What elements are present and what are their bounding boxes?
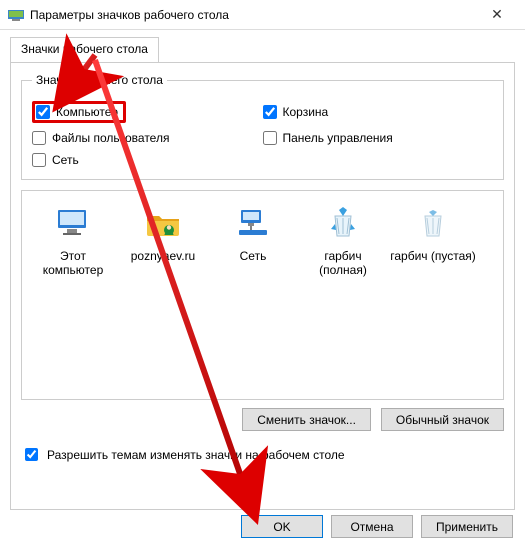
tabstrip: Значки рабочего стола xyxy=(0,30,525,62)
allow-themes-label: Разрешить темам изменять значки на рабоч… xyxy=(47,448,345,462)
apply-button[interactable]: Применить xyxy=(421,515,513,538)
checkbox-network-label: Сеть xyxy=(52,153,79,167)
button-label: Отмена xyxy=(350,520,393,534)
checkbox-recyclebin-row: Корзина xyxy=(263,97,494,127)
checkbox-recyclebin-label: Корзина xyxy=(283,105,329,119)
list-item-label: Сеть xyxy=(210,249,296,263)
group-desktop-icons: Значки рабочего стола Компьютер Корзина … xyxy=(21,73,504,180)
checkbox-controlpanel-label: Панель управления xyxy=(283,131,393,145)
default-icon-button[interactable]: Обычный значок xyxy=(381,408,504,431)
titlebar: Параметры значков рабочего стола ✕ xyxy=(0,0,525,30)
button-label: Применить xyxy=(436,520,498,534)
app-icon xyxy=(8,7,24,23)
list-item-label: poznyaev.ru xyxy=(120,249,206,263)
tab-label: Значки рабочего стола xyxy=(21,42,148,56)
checkbox-computer-label: Компьютер xyxy=(56,105,118,119)
list-item-label: Этот компьютер xyxy=(30,249,116,278)
list-item[interactable]: гарбич (полная) xyxy=(298,199,388,391)
tab-panel: Значки рабочего стола Компьютер Корзина … xyxy=(10,62,515,510)
list-item[interactable]: Этот компьютер xyxy=(28,199,118,391)
window-title: Параметры значков рабочего стола xyxy=(30,8,477,22)
checkbox-userfiles[interactable] xyxy=(32,131,46,145)
tab-desktop-icons[interactable]: Значки рабочего стола xyxy=(10,37,159,63)
list-item-label: гарбич (полная) xyxy=(300,249,386,278)
list-item-label: гарбич (пустая) xyxy=(390,249,476,263)
ok-button[interactable]: OK xyxy=(241,515,323,538)
this-pc-icon xyxy=(30,203,116,245)
checkbox-recyclebin[interactable] xyxy=(263,105,277,119)
allow-themes-checkbox[interactable] xyxy=(25,448,38,461)
close-icon: ✕ xyxy=(491,6,503,23)
checkbox-computer-row: Компьютер xyxy=(32,97,263,127)
button-label: Обычный значок xyxy=(396,413,489,427)
cancel-button[interactable]: Отмена xyxy=(331,515,413,538)
user-folder-icon xyxy=(120,203,206,245)
allow-themes-row: Разрешить темам изменять значки на рабоч… xyxy=(21,445,504,464)
list-item[interactable]: гарбич (пустая) xyxy=(388,199,478,391)
checkbox-controlpanel-row: Панель управления xyxy=(263,127,494,149)
recyclebin-full-icon xyxy=(300,203,386,245)
icon-preview-list[interactable]: Этот компьютер poznyaev.ru xyxy=(21,190,504,400)
change-icon-button[interactable]: Сменить значок... xyxy=(242,408,371,431)
highlight-computer: Компьютер xyxy=(32,101,126,123)
close-button[interactable]: ✕ xyxy=(477,1,517,29)
checkbox-userfiles-row: Файлы пользователя xyxy=(32,127,263,149)
checkbox-computer[interactable] xyxy=(36,105,50,119)
icon-buttons-row: Сменить значок... Обычный значок xyxy=(21,408,504,431)
list-item[interactable]: Сеть xyxy=(208,199,298,391)
checkbox-userfiles-label: Файлы пользователя xyxy=(52,131,169,145)
group-legend: Значки рабочего стола xyxy=(32,73,167,87)
checkbox-controlpanel[interactable] xyxy=(263,131,277,145)
list-item[interactable]: poznyaev.ru xyxy=(118,199,208,391)
recyclebin-empty-icon xyxy=(390,203,476,245)
network-icon xyxy=(210,203,296,245)
checkbox-network[interactable] xyxy=(32,153,46,167)
button-label: OK xyxy=(273,520,290,534)
checkbox-network-row: Сеть xyxy=(32,149,263,171)
dialog-buttons: OK Отмена Применить xyxy=(241,515,513,538)
button-label: Сменить значок... xyxy=(257,413,356,427)
